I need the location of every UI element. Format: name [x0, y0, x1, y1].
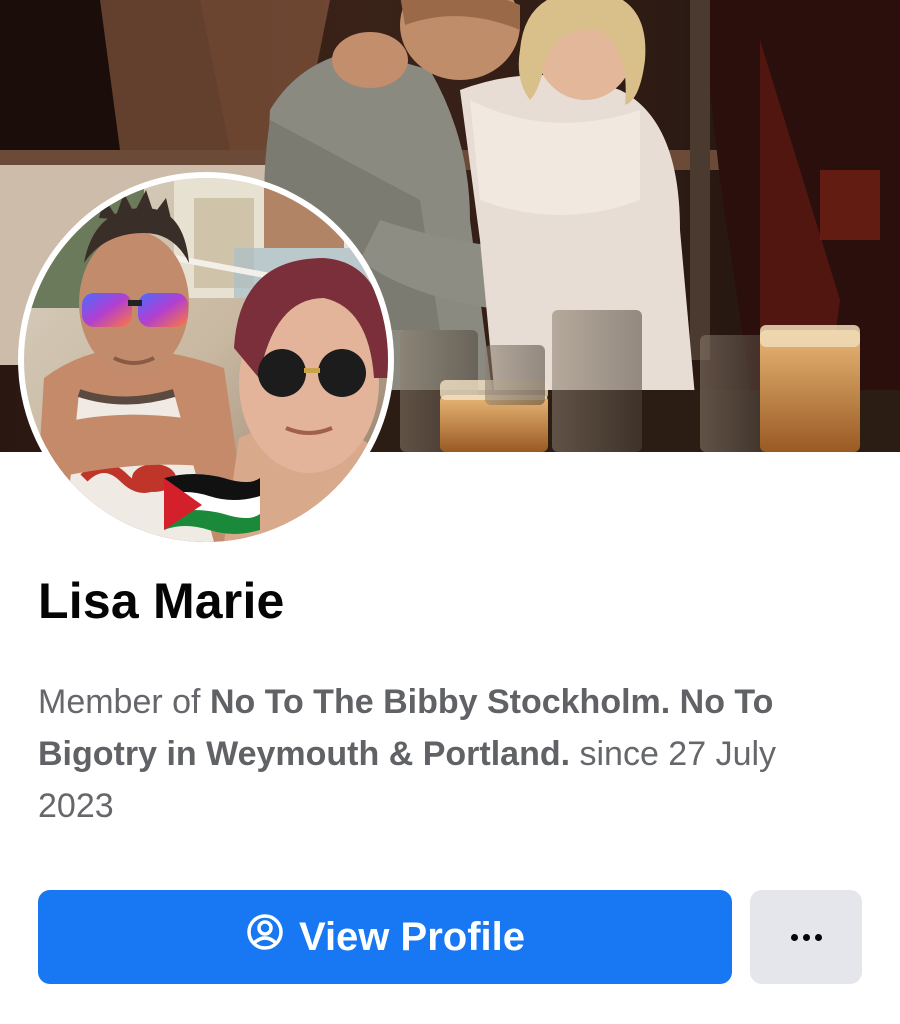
view-profile-label: View Profile [298, 914, 525, 959]
more-options-button[interactable] [750, 890, 862, 984]
membership-info: Member of No To The Bibby Stockholm. No … [38, 676, 858, 832]
more-dots-icon [790, 933, 822, 941]
avatar[interactable] [18, 172, 394, 548]
profile-name: Lisa Marie [38, 573, 285, 629]
group-member-card: Lisa Marie Member of No To The Bibby Sto… [0, 0, 900, 1024]
view-profile-button[interactable]: View Profile [38, 890, 732, 984]
user-circle-icon [245, 912, 285, 962]
avatar-photo [24, 178, 388, 542]
membership-prefix: Member of [38, 683, 210, 721]
palestine-flag-icon [164, 474, 260, 534]
